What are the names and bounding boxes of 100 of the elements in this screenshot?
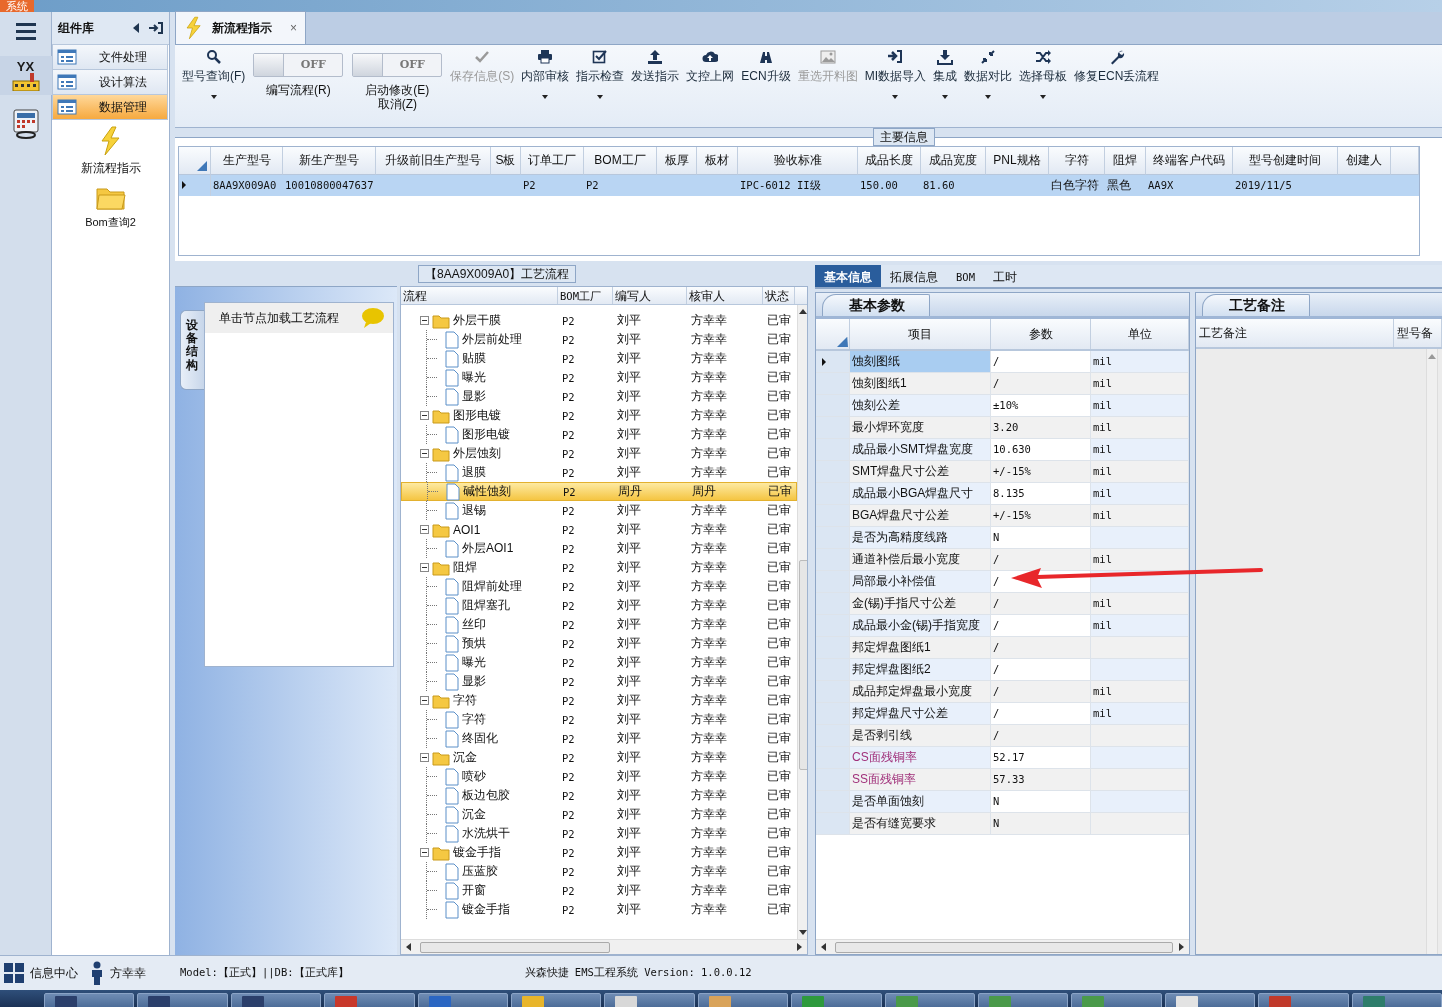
column-header[interactable]: 成品宽度 (921, 147, 986, 175)
toolbar-button[interactable]: 内部审核 (518, 49, 573, 121)
column-header[interactable]: 流程 (401, 287, 558, 304)
tree-node-label[interactable]: 曝光 (462, 369, 486, 386)
tree-node-label[interactable]: 丝印 (462, 616, 486, 633)
scroll-down-icon[interactable] (798, 929, 807, 936)
tree-node-label[interactable]: 压蓝胶 (462, 863, 498, 880)
side-tab[interactable]: 设备结构 (180, 310, 204, 390)
taskbar-button[interactable] (604, 993, 695, 1007)
taskbar-button[interactable] (137, 993, 228, 1007)
tree-row[interactable]: 沉金 P2 刘平 方幸幸 已审 (401, 748, 797, 767)
column-header[interactable]: 工艺备注 (1196, 319, 1394, 347)
tree-node-label[interactable]: 退膜 (462, 464, 486, 481)
tree-row[interactable]: 阻焊塞孔 P2 刘平 方幸幸 已审 (401, 596, 797, 615)
tree-row[interactable]: 镀金手指 P2 刘平 方幸幸 已审 (401, 900, 797, 919)
tree-node-label[interactable]: 图形电镀 (453, 407, 501, 424)
tree-row[interactable]: 阻焊 P2 刘平 方幸幸 已审 (401, 558, 797, 577)
column-header[interactable]: 型号创建时间 (1233, 147, 1338, 175)
tree-node-label[interactable]: 外层前处理 (462, 331, 522, 348)
column-header[interactable]: 生产型号 (211, 147, 283, 175)
column-header[interactable]: 板材 (697, 147, 738, 175)
column-header[interactable]: 新生产型号 (283, 147, 376, 175)
scroll-left-icon[interactable] (820, 942, 827, 952)
scroll-up-icon[interactable] (798, 308, 807, 315)
collapse-icon[interactable] (420, 696, 429, 705)
sidebar-item[interactable]: 设计算法 (52, 70, 168, 95)
tree-node-label[interactable]: 显影 (462, 388, 486, 405)
column-header[interactable]: 阻焊 (1105, 147, 1146, 175)
taskbar-button[interactable] (697, 993, 789, 1007)
tab[interactable]: 工时 (983, 265, 1026, 287)
tree-node-label[interactable]: AOI1 (453, 522, 481, 537)
tree-node-label[interactable]: 沉金 (462, 806, 486, 823)
tree-row[interactable]: 水洗烘干 P2 刘平 方幸幸 已审 (401, 824, 797, 843)
tree-row[interactable]: 曝光 P2 刘平 方幸幸 已审 (401, 368, 797, 387)
toolbar-button[interactable]: 修复ECN丢流程 (1071, 49, 1163, 121)
tree-row[interactable]: 压蓝胶 P2 刘平 方幸幸 已审 (401, 862, 797, 881)
tree-node-label[interactable]: 水洗烘干 (462, 825, 510, 842)
collapse-icon[interactable] (132, 22, 140, 34)
tree-row[interactable]: 字符 P2 刘平 方幸幸 已审 (401, 710, 797, 729)
taskbar-button[interactable] (417, 993, 509, 1007)
close-button[interactable]: × (290, 21, 297, 35)
tree-node-label[interactable]: 字符 (462, 711, 486, 728)
launcher-label[interactable]: Bom查询2 (85, 215, 136, 230)
calculator-icon[interactable] (11, 109, 40, 139)
column-header[interactable]: 验收标准 (738, 147, 858, 175)
tree-node-label[interactable]: 阻焊 (453, 559, 477, 576)
tree-row[interactable]: 预烘 P2 刘平 方幸幸 已审 (401, 634, 797, 653)
toggle-switch[interactable]: OFF (352, 53, 443, 77)
taskbar-button[interactable] (1164, 993, 1256, 1007)
taskbar-button[interactable] (884, 993, 976, 1007)
scrollbar[interactable] (401, 939, 807, 954)
tree-node-label[interactable]: 显影 (462, 673, 486, 690)
tree-node-label[interactable]: 碱性蚀刻 (463, 483, 511, 500)
tree-node-label[interactable]: 外层蚀刻 (453, 445, 501, 462)
sidebar-item[interactable]: 文件处理 (52, 45, 168, 70)
tree-node-label[interactable]: 镀金手指 (462, 901, 510, 918)
column-header[interactable]: 成品长度 (858, 147, 921, 175)
status-text[interactable]: 信息中心 (30, 964, 78, 982)
collapse-icon[interactable] (420, 525, 429, 534)
tree-node-label[interactable]: 沉金 (453, 749, 477, 766)
tree-node-label[interactable]: 贴膜 (462, 350, 486, 367)
tree-node-label[interactable]: 阻焊塞孔 (462, 597, 510, 614)
tree-row[interactable]: 喷砂 P2 刘平 方幸幸 已审 (401, 767, 797, 786)
column-header[interactable]: 创建人 (1338, 147, 1391, 175)
collapse-icon[interactable] (420, 753, 429, 762)
launcher-label[interactable]: 新流程指示 (80, 160, 141, 177)
tree-row[interactable]: 碱性蚀刻 P2 周丹 周丹 已审 (401, 482, 797, 501)
column-header[interactable]: 升级前旧生产型号 (376, 147, 491, 175)
column-header[interactable]: 编写人 (613, 287, 687, 304)
menu-icon[interactable] (13, 20, 38, 42)
collapse-icon[interactable] (420, 449, 429, 458)
scroll-left-icon[interactable] (405, 942, 412, 952)
sidebar-item[interactable]: 数据管理 (52, 95, 168, 120)
tree-node-label[interactable]: 预烘 (462, 635, 486, 652)
tree-row[interactable]: 贴膜 P2 刘平 方幸幸 已审 (401, 349, 797, 368)
scrollbar[interactable] (1426, 349, 1438, 954)
column-header[interactable]: BOM工厂 (584, 147, 657, 175)
scroll-right-icon[interactable] (796, 942, 803, 952)
tree-node-label[interactable]: 板边包胶 (462, 787, 510, 804)
scrollbar[interactable] (797, 305, 807, 939)
tree-row[interactable]: 图形电镀 P2 刘平 方幸幸 已审 (401, 406, 797, 425)
tree-row[interactable]: 显影 P2 刘平 方幸幸 已审 (401, 387, 797, 406)
taskbar-button[interactable] (44, 993, 135, 1007)
toolbar-button[interactable]: 选择母板 (1016, 49, 1070, 121)
apps-icon[interactable] (4, 963, 24, 983)
toolbar-button[interactable]: 数据对比 (961, 49, 1015, 121)
collapse-icon[interactable] (420, 411, 429, 420)
toolbar-button[interactable]: ECN升级 (738, 49, 794, 121)
tree-node-label[interactable]: 曝光 (462, 654, 486, 671)
column-header[interactable]: 单位 (1091, 319, 1189, 349)
toolbar-button[interactable]: 发送指示 (628, 49, 683, 121)
tree-row[interactable]: 外层前处理 P2 刘平 方幸幸 已审 (401, 330, 797, 349)
column-header[interactable]: 终端客户代码 (1146, 147, 1233, 175)
tree-row[interactable]: 阻焊前处理 P2 刘平 方幸幸 已审 (401, 577, 797, 596)
tree-row[interactable]: AOI1 P2 刘平 方幸幸 已审 (401, 520, 797, 539)
toolbar-button[interactable]: 指示检查 (573, 49, 628, 121)
collapse-icon[interactable] (420, 848, 429, 857)
tree-row[interactable]: 外层蚀刻 P2 刘平 方幸幸 已审 (401, 444, 797, 463)
tree-node-label[interactable]: 喷砂 (462, 768, 486, 785)
tree-row[interactable]: 外层AOI1 P2 刘平 方幸幸 已审 (401, 539, 797, 558)
